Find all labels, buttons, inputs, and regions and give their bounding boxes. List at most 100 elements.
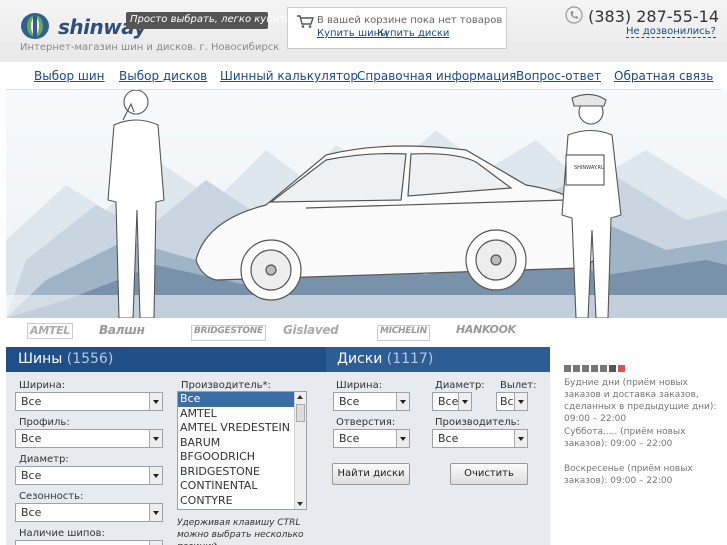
scroll-down-icon[interactable] (297, 502, 303, 506)
list-item[interactable]: AMTEL VREDESTEIN (178, 421, 306, 436)
slider-dots (564, 365, 634, 373)
nav-disk-selection[interactable]: Выбор дисков (119, 69, 207, 83)
phone-number: (383) 287-55-14 (565, 6, 719, 26)
slider-dot[interactable] (591, 365, 598, 372)
brand-logo[interactable]: HANKOOK (456, 323, 516, 339)
badge-text: SHINWAY.RU (574, 165, 605, 171)
logo[interactable]: shinway (20, 10, 147, 42)
tire-diameter-label: Диаметр: (19, 454, 69, 465)
callback-link[interactable]: Не дозвонились? (626, 26, 716, 38)
clear-button[interactable]: Очистить (450, 463, 528, 485)
site-subtitle: Интернет-магазин шин и дисков. г. Новоси… (20, 42, 280, 53)
nav-reference-info[interactable]: Справочная информация (357, 69, 516, 83)
disk-manufacturer-label: Производитель: (435, 417, 520, 428)
list-item[interactable]: BRIDGESTONE (178, 465, 306, 480)
tire-studs-select[interactable] (15, 540, 163, 545)
cart-icon (297, 15, 314, 28)
phone-icon (565, 6, 583, 24)
buy-disks-link[interactable]: Купить диски (377, 28, 449, 39)
disk-manufacturer-value: Все (438, 432, 459, 445)
slogan: Просто выбрать, легко купить!!! (126, 12, 303, 29)
disk-holes-select[interactable]: Все (333, 429, 410, 448)
list-item[interactable]: BARUM (178, 436, 306, 451)
tab-tires[interactable]: Шины (1556) (6, 347, 326, 372)
chevron-down-icon (514, 393, 527, 410)
schedule-weekdays: Будние дни (приём новых заказов и достав… (564, 378, 717, 424)
disk-holes-label: Отверстия: (336, 417, 396, 428)
disk-width-value: Все (339, 395, 360, 408)
tire-width-select[interactable]: Все (15, 392, 163, 411)
nav-tire-calculator[interactable]: Шинный калькулятор (220, 69, 358, 83)
tire-diameter-value: Все (21, 469, 42, 482)
main-nav: Выбор шин Выбор дисков Шинный калькулято… (6, 62, 721, 90)
chevron-down-icon (396, 430, 409, 447)
hero-illustration: SHINWAY.RU (6, 90, 727, 318)
disk-manufacturer-select[interactable]: Все (432, 429, 528, 448)
slider-dot[interactable] (600, 365, 607, 372)
cart-empty-text: В вашей корзине пока нет товаров (317, 15, 503, 26)
slider-dot[interactable] (564, 365, 571, 372)
scroll-up-icon[interactable] (297, 395, 303, 399)
tire-season-label: Сезонность: (19, 491, 84, 502)
tab-tires-title: Шины (18, 351, 63, 367)
multi-select-hint: Удерживая клавишу CTRL можно выбрать нес… (177, 518, 304, 545)
slider-dot[interactable] (582, 365, 589, 372)
phone-text: (383) 287-55-14 (588, 7, 720, 26)
tire-manufacturer-label: Производитель*: (181, 380, 271, 391)
tire-diameter-select[interactable]: Все (15, 466, 163, 485)
chevron-down-icon (149, 393, 162, 410)
chevron-down-icon (149, 467, 162, 484)
disk-diameter-select[interactable]: Все (432, 392, 472, 411)
chevron-down-icon (458, 393, 471, 410)
disk-offset-label: Вылет: (500, 380, 537, 391)
disk-holes-value: Все (339, 432, 360, 445)
list-item[interactable]: BFGOODRICH (178, 450, 306, 465)
list-item[interactable]: CONTYRE (178, 494, 306, 509)
disk-width-label: Ширина: (336, 380, 383, 391)
logo-icon (21, 13, 49, 39)
brand-logo[interactable]: Валшн (99, 323, 145, 339)
tire-manufacturer-listbox[interactable]: Все AMTEL AMTEL VREDESTEIN BARUM BFGOODR… (177, 391, 307, 510)
disk-diameter-label: Диаметр: (435, 380, 485, 391)
list-item[interactable]: Все (178, 392, 306, 407)
cart-box: В вашей корзине пока нет товаров Купить … (287, 7, 507, 49)
brand-logo[interactable]: MICHELIN (377, 325, 430, 341)
slider-dot[interactable] (609, 365, 616, 372)
disk-width-select[interactable]: Все (333, 392, 410, 411)
list-item[interactable]: CONTINENTAL (178, 479, 306, 494)
disk-diameter-value: Все (438, 395, 459, 408)
tab-tires-count: (1556) (66, 351, 114, 367)
slider-dot-active[interactable] (618, 365, 625, 372)
chevron-down-icon (396, 393, 409, 410)
brand-logo[interactable]: BRIDGESTONE (191, 325, 266, 341)
tab-disks[interactable]: Диски (1117) (326, 347, 550, 372)
listbox-scrollbar[interactable] (294, 392, 306, 509)
brand-logo[interactable]: Gislaved (283, 323, 339, 339)
tab-disks-count: (1117) (386, 351, 434, 367)
find-disks-button[interactable]: Найти диски (332, 463, 410, 485)
disk-offset-select[interactable]: Все (496, 392, 528, 411)
chevron-down-icon (149, 504, 162, 521)
tire-profile-value: Все (21, 432, 42, 445)
tire-profile-select[interactable]: Все (15, 429, 163, 448)
nav-tire-selection[interactable]: Выбор шин (34, 69, 105, 83)
slider-dot[interactable] (573, 365, 580, 372)
chevron-down-icon (514, 430, 527, 447)
hero-banner: SHINWAY.RU (6, 90, 727, 318)
nav-feedback[interactable]: Обратная связь (614, 69, 713, 83)
nav-faq[interactable]: Вопрос-ответ (516, 69, 601, 83)
tire-width-value: Все (21, 395, 42, 408)
tab-disks-title: Диски (337, 351, 383, 367)
schedule-saturday: Суббота..... (приём новых заказов): 09:0… (564, 427, 686, 449)
chevron-down-icon (149, 541, 162, 545)
brand-logo[interactable]: AMTEL (27, 323, 73, 339)
list-item[interactable]: AMTEL (178, 407, 306, 422)
brands-strip: AMTEL Валшн BRIDGESTONE Gislaved MICHELI… (0, 318, 727, 344)
tire-studs-label: Наличие шипов: (19, 528, 105, 539)
scroll-thumb[interactable] (296, 404, 305, 422)
tire-season-select[interactable]: Все (15, 503, 163, 522)
chevron-down-icon (149, 430, 162, 447)
header: shinway Просто выбрать, легко купить!!! … (0, 0, 727, 62)
tire-profile-label: Профиль: (19, 417, 70, 428)
tire-width-label: Ширина: (19, 380, 66, 391)
